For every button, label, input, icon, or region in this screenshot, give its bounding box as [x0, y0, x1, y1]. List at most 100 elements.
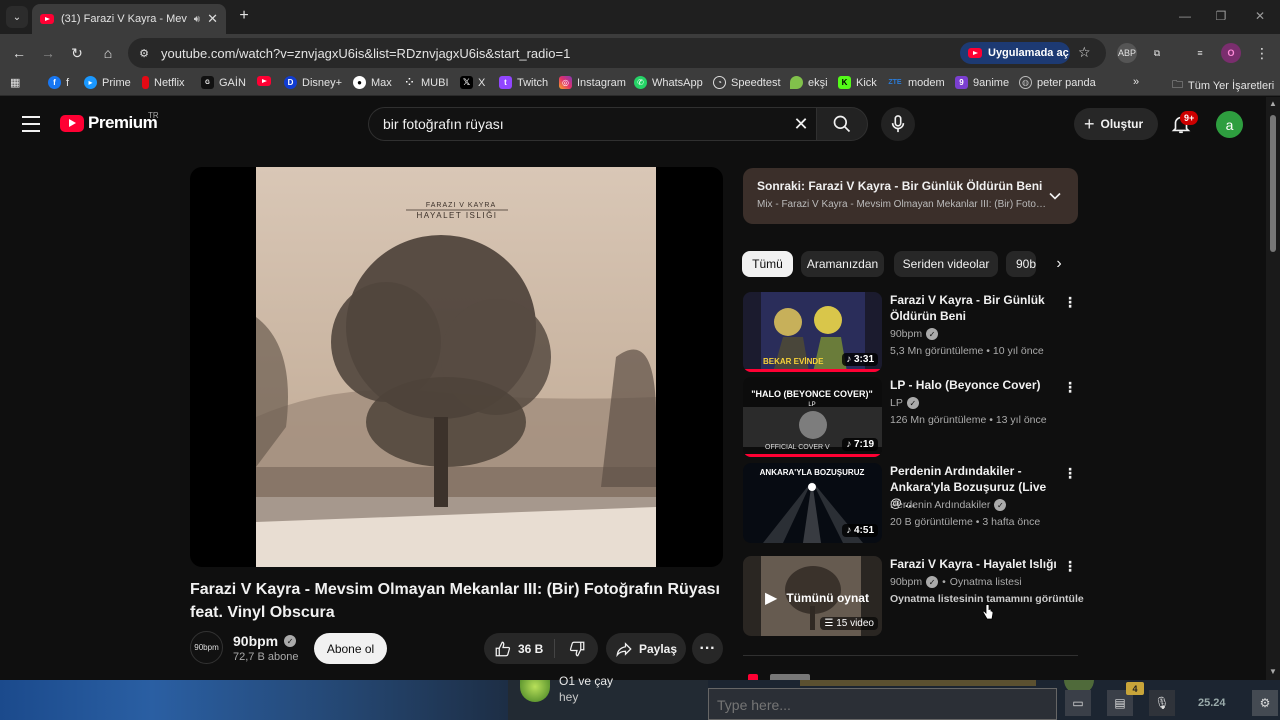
share-button[interactable]: Paylaş [606, 633, 686, 664]
video-thumbnail[interactable]: ANKARA'YLA BOZUŞURUZ ♪ 4:51 [743, 463, 882, 543]
scroll-down-arrow-icon[interactable]: ▼ [1269, 667, 1277, 676]
chevron-right-icon[interactable]: › [1048, 253, 1070, 275]
recommendation-channel[interactable]: LP ✓ [890, 397, 919, 409]
recommendation-title[interactable]: LP - Halo (Beyonce Cover) [890, 377, 1060, 393]
close-window-button[interactable]: ✕ [1245, 6, 1275, 26]
bookmark-youtube[interactable] [257, 76, 271, 86]
bookmark-star-icon[interactable]: ☆ [1078, 44, 1091, 61]
more-actions-button[interactable]: ··· [692, 633, 723, 664]
bookmark-eksi[interactable]: ekşi [790, 76, 828, 89]
adblock-extension-icon[interactable]: ABP [1117, 43, 1137, 63]
back-button[interactable]: ← [8, 42, 30, 64]
more-options-icon[interactable]: ⋮ [1063, 558, 1077, 574]
all-bookmarks[interactable]: 🗀︎ Tüm Yer İşaretleri [1172, 76, 1274, 95]
bookmark-facebook[interactable]: ff [48, 76, 69, 89]
bookmark-mubi[interactable]: ⁘ MUBI [403, 76, 448, 89]
forward-button[interactable]: → [37, 42, 59, 64]
playlist-channel[interactable]: 90bpm ✓ • Oynatma listesi [890, 576, 1022, 588]
reload-button[interactable]: ↻ [66, 42, 88, 64]
tab-search-button[interactable]: ⌄ [6, 6, 28, 28]
recommendation-channel[interactable]: 90bpm ✓ [890, 328, 939, 340]
bookmark-netflix[interactable]: Netflix [142, 76, 185, 89]
home-button[interactable]: ⌂ [97, 42, 119, 64]
recommendation-item[interactable]: BEKAR EVİNDE ♪ 3:31 Farazi V Kayra - Bir… [743, 292, 1078, 372]
recommendation-title[interactable]: Farazi V Kayra - Bir Günlük Öldürün Beni [890, 292, 1060, 324]
search-input[interactable] [383, 116, 773, 132]
scroll-up-arrow-icon[interactable]: ▲ [1269, 99, 1277, 108]
play-all-overlay[interactable]: ▶ Tümünü oynat [765, 588, 869, 608]
youtube-icon [257, 76, 271, 86]
video-player[interactable]: FARAZI V KAYRA HAYALET ISLIĞI [190, 167, 723, 567]
page-scrollbar[interactable]: ▲ ▼ [1266, 97, 1280, 680]
bookmark-instagram[interactable]: ◎ Instagram [559, 76, 626, 89]
hamburger-menu-icon[interactable] [20, 113, 42, 135]
bookmark-x[interactable]: 𝕏X [460, 76, 485, 89]
recommendation-item[interactable]: ANKARA'YLA BOZUŞURUZ ♪ 4:51 Perdenin Ard… [743, 463, 1078, 543]
section-divider [743, 655, 1078, 656]
voice-search-button[interactable] [881, 107, 915, 141]
youtube-premium-logo[interactable]: Premium [60, 113, 158, 133]
playlist-title[interactable]: Farazi V Kayra - Hayalet Islığı [890, 556, 1060, 572]
recommendation-item[interactable]: "HALO (BEYONCE COVER)" LP OFFICIAL COVER… [743, 377, 1078, 457]
video-thumbnail[interactable]: "HALO (BEYONCE COVER)" LP OFFICIAL COVER… [743, 377, 882, 457]
media-control-icon[interactable]: ≡ [1190, 43, 1210, 63]
recommendation-meta: 20 B görüntüleme • 3 hafta önce [890, 516, 1041, 528]
new-tab-button[interactable]: + [234, 6, 254, 26]
bookmark-whatsapp[interactable]: ✆ WhatsApp [634, 76, 703, 89]
bookmark-twitch[interactable]: t Twitch [499, 76, 548, 89]
overlay-mic-icon[interactable]: 🎙︎ [1149, 690, 1175, 716]
apps-grid-icon[interactable]: ▦ [10, 76, 20, 89]
chip-series-videos[interactable]: Seriden videolar [894, 251, 998, 277]
recommendation-channel[interactable]: Perdenin Ardındakiler ✓ [890, 499, 1007, 511]
playlist-thumbnail[interactable]: ▶ Tümünü oynat ☰ 15 video [743, 556, 882, 636]
clear-search-icon[interactable]: ✕ [791, 114, 811, 134]
chevron-down-icon[interactable] [1045, 186, 1065, 206]
subscriber-count: 72,7 B abone [233, 651, 299, 663]
channel-name-link[interactable]: 90bpm ✓ [233, 633, 297, 649]
chip-from-search[interactable]: Aramanızdan [801, 251, 884, 277]
like-button[interactable]: 36 B [484, 633, 554, 664]
dislike-button[interactable] [555, 633, 598, 664]
profile-avatar[interactable]: O [1221, 43, 1241, 63]
overlay-settings-icon[interactable]: ⚙︎ [1252, 690, 1278, 716]
bookmark-speedtest[interactable]: ◔ Speedtest [713, 76, 781, 89]
minimize-button[interactable]: — [1170, 6, 1200, 26]
search-button[interactable] [816, 107, 868, 141]
more-options-icon[interactable]: ⋮ [1063, 465, 1077, 481]
search-box: ✕ [368, 107, 816, 141]
bookmark-gain[interactable]: G GAİN [201, 76, 246, 89]
browser-tab-active[interactable]: (31) Farazi V Kayra - Mevsim Olmayan Mek… [32, 4, 226, 34]
bookmark-prime[interactable]: ▸ Prime [84, 76, 131, 89]
close-tab-icon[interactable]: ✕ [207, 11, 218, 27]
plus-icon: + [1084, 113, 1095, 134]
site-info-icon[interactable]: ⚙︎ [136, 45, 152, 61]
chat-bubble-icon[interactable]: ▭ [1065, 690, 1091, 716]
subscribe-button[interactable]: Abone ol [314, 633, 387, 664]
create-button[interactable]: + Oluştur [1074, 108, 1158, 140]
bookmark-modem[interactable]: ZTE modem [887, 76, 944, 89]
restore-button[interactable]: ❐ [1206, 6, 1236, 26]
bookmarks-overflow-icon[interactable]: » [1133, 76, 1139, 88]
more-options-icon[interactable]: ⋮ [1063, 379, 1077, 395]
up-next-card[interactable]: Sonraki: Farazi V Kayra - Bir Günlük Öld… [743, 168, 1078, 224]
bookmark-9anime[interactable]: 9 9anime [955, 76, 1009, 89]
chip-channel[interactable]: 90bpm [1006, 251, 1036, 277]
channel-avatar[interactable]: 90bpm [190, 631, 223, 664]
bookmark-peter-panda[interactable]: ◍ peter panda [1019, 76, 1096, 89]
bookmark-kick[interactable]: K Kick [838, 76, 877, 89]
chat-input[interactable] [717, 697, 1037, 713]
playlist-item[interactable]: ▶ Tümünü oynat ☰ 15 video Farazi V Kayra… [743, 556, 1084, 636]
scroll-thumb[interactable] [1270, 115, 1276, 252]
browser-menu-icon[interactable]: ⋮ [1252, 43, 1272, 63]
account-avatar[interactable]: a [1216, 111, 1243, 138]
speaker-icon[interactable]: 🔊︎ [194, 14, 200, 25]
open-in-app-button[interactable]: Uygulamada aç [960, 42, 1070, 64]
bookmark-max[interactable]: ● Max [353, 76, 392, 89]
more-options-icon[interactable]: ⋮ [1063, 294, 1077, 310]
video-thumbnail[interactable]: BEKAR EVİNDE ♪ 3:31 [743, 292, 882, 372]
chip-all[interactable]: Tümü [742, 251, 793, 277]
address-bar[interactable]: ⚙︎ youtube.com/watch?v=znvjagxU6is&list=… [128, 38, 1106, 68]
9anime-icon: 9 [955, 76, 968, 89]
extensions-icon[interactable]: ⧉ [1147, 43, 1167, 63]
bookmark-disney[interactable]: D Disney+ [284, 76, 342, 89]
